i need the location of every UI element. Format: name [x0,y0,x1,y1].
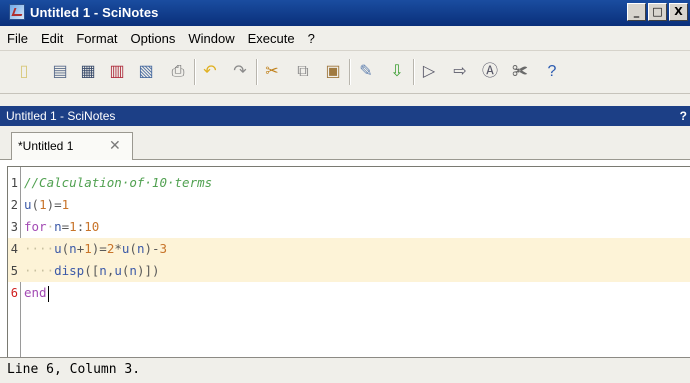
menu-file[interactable]: File [0,31,34,46]
code-line[interactable]: 6 end [8,282,690,304]
print-icon[interactable]: ⎙ [167,61,189,83]
tab-close-icon[interactable]: ✕ [109,137,121,154]
line-number: 6 [10,286,18,300]
line-number: 4 [10,242,18,256]
toolbar-separator [194,59,196,85]
load-into-scilab-icon[interactable]: ⇩ [386,61,408,83]
title-bar: Untitled 1 - SciNotes _ □ X [0,0,690,26]
window-title: Untitled 1 - SciNotes [30,5,159,20]
undo-icon[interactable]: ↶ [199,61,221,83]
toolbar-separator [256,59,258,85]
status-bar: Line 6, Column 3. [0,357,690,383]
text-caret [47,285,49,302]
toolbar-separator [413,59,415,85]
code-text: end [24,282,49,304]
code-token: 3 [159,241,168,256]
document-title-bar: Untitled 1 - SciNotes ? [0,106,690,126]
menu-window[interactable]: Window [181,31,240,46]
cursor-position-status: Line 6, Column 3. [7,362,141,377]
tab-label: *Untitled 1 [18,139,74,153]
code-token: · [46,219,55,234]
code-editor[interactable]: 1//Calculation·of·10·terms 2 u(1)=1 3 for·n=… [7,166,690,380]
code-token: ( [31,197,40,212]
code-token: ···· [24,263,55,278]
help-icon[interactable]: ? [541,61,563,83]
code-token: n [69,241,77,256]
save-all-icon[interactable]: ▧ [135,61,157,83]
code-line[interactable]: 5 ····disp([n,u(n)]) [8,260,690,282]
menu-options[interactable]: Options [124,31,182,46]
code-line[interactable]: 4 ····u(n+1)=2*u(n)-3 [8,238,690,260]
code-token: u [54,241,62,256]
code-token: end [24,285,47,300]
execute-with-echo-icon[interactable]: ⇨ [449,61,471,83]
code-token: 10 [84,219,100,234]
code-line[interactable]: 3 for·n=1:10 [8,216,690,238]
code-token: n [99,263,107,278]
code-token: n [129,263,137,278]
code-token: )= [46,197,62,212]
code-token: for [24,219,47,234]
code-token: 1 [61,197,70,212]
code-token: 1 [84,241,92,256]
open-file-icon[interactable]: ▤ [49,61,71,83]
redo-icon[interactable]: ↷ [229,61,251,83]
code-line[interactable]: 2 u(1)=1 [8,194,690,216]
code-token: u [24,197,32,212]
line-number: 3 [10,220,18,234]
code-token: )= [91,241,107,256]
code-line[interactable]: 1 //Calculation·of·10·terms [8,172,690,194]
scinotes-app-icon[interactable] [9,4,25,20]
save-icon[interactable]: ▦ [77,61,99,83]
code-text: //Calculation·of·10·terms [24,172,212,194]
code-text: u(1)=1 [24,194,69,216]
maximize-button[interactable]: □ [648,3,667,21]
find-replace-icon[interactable]: ✎ [355,61,377,83]
line-number: 5 [10,264,18,278]
code-token: )- [144,241,160,256]
close-button[interactable]: X [669,3,688,21]
code-token: ···· [24,241,55,256]
cut-icon[interactable]: ✂ [261,61,283,83]
line-number: 2 [10,198,18,212]
format-icon[interactable]: Ⓐ [479,61,501,83]
new-file-icon[interactable]: ▯ [13,61,35,83]
menu-execute[interactable]: Execute [241,31,301,46]
code-token: u [114,263,122,278]
menu-bar: File Edit Format Options Window Execute … [0,26,690,50]
code-token: ([ [84,263,100,278]
menu-edit[interactable]: Edit [34,31,69,46]
document-title: Untitled 1 - SciNotes [6,109,116,123]
tab-untitled-1[interactable]: *Untitled 1 ✕ [11,132,133,160]
line-number: 1 [10,176,18,190]
paste-icon[interactable]: ▣ [322,61,344,83]
copy-icon[interactable]: ⧉ [292,61,314,83]
window-controls: _ □ X [627,3,688,21]
document-help-icon[interactable]: ? [680,106,687,126]
code-token: //Calculation·of·10·terms [24,175,213,190]
code-token: * [114,241,122,256]
code-token: ( [129,241,137,256]
code-text: for·n=1:10 [24,216,99,238]
code-token: 1 [69,219,77,234]
code-token: 1 [39,197,47,212]
execute-icon[interactable]: ▷ [418,61,440,83]
menu-help[interactable]: ? [301,31,321,46]
minimize-button[interactable]: _ [627,3,646,21]
code-token: )]) [136,263,160,278]
save-as-icon[interactable]: ▥ [106,61,128,83]
tab-strip: *Untitled 1 ✕ [0,126,690,160]
code-text: ····disp([n,u(n)]) [24,260,160,282]
toolbar: ▯ ▤ ▦ ▥ ▧ ⎙ ↶ ↷ ✂ ⧉ ▣ ✎ ⇩ ▷ ⇨ Ⓐ ✀? [0,50,690,94]
code-text: ····u(n+1)=2*u(n)-3 [24,238,167,260]
code-token: disp [54,263,85,278]
code-token: n [54,219,62,234]
menu-format[interactable]: Format [69,31,123,46]
toolbar-separator [349,59,351,85]
preferences-icon[interactable]: ✀ [509,61,531,83]
